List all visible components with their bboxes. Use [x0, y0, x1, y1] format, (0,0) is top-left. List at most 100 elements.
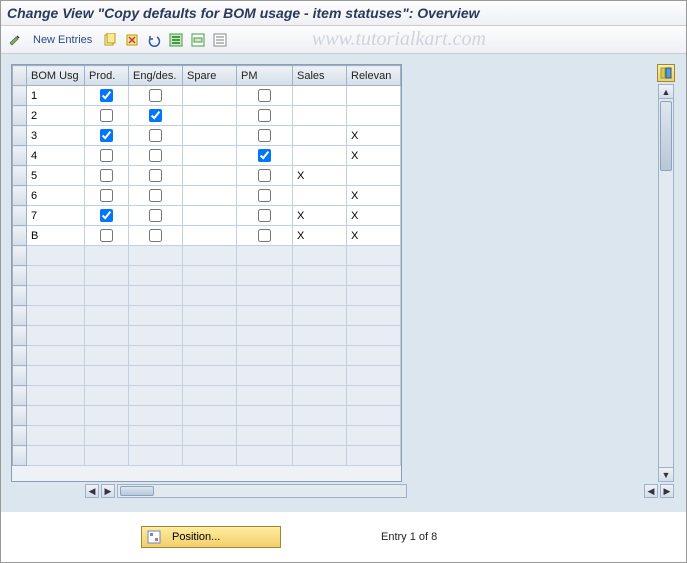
- cell-relevan[interactable]: [347, 94, 400, 98]
- row-checkbox[interactable]: [100, 229, 113, 242]
- row-checkbox[interactable]: [258, 169, 271, 182]
- row-selector[interactable]: [13, 286, 27, 306]
- row-selector[interactable]: [13, 446, 27, 466]
- cell-bom-usg[interactable]: 5: [27, 168, 84, 184]
- scroll-right-button[interactable]: ◀: [644, 484, 658, 498]
- row-checkbox[interactable]: [149, 169, 162, 182]
- cell-spare[interactable]: [183, 214, 236, 218]
- undo-change-icon[interactable]: [146, 32, 162, 48]
- col-header-prod[interactable]: Prod.: [85, 66, 129, 86]
- cell-bom-usg[interactable]: 7: [27, 208, 84, 224]
- row-selector[interactable]: [13, 366, 27, 386]
- row-checkbox[interactable]: [100, 169, 113, 182]
- row-checkbox[interactable]: [149, 209, 162, 222]
- cell-sales[interactable]: X: [293, 208, 346, 224]
- col-header-pm[interactable]: PM: [237, 66, 293, 86]
- cell-spare[interactable]: [183, 234, 236, 238]
- cell-spare[interactable]: [183, 134, 236, 138]
- cell-relevan[interactable]: X: [347, 208, 400, 224]
- row-checkbox[interactable]: [100, 109, 113, 122]
- cell-bom-usg[interactable]: 2: [27, 108, 84, 124]
- row-selector[interactable]: [13, 326, 27, 346]
- row-checkbox[interactable]: [258, 229, 271, 242]
- row-selector[interactable]: [13, 106, 27, 126]
- row-selector[interactable]: [13, 406, 27, 426]
- row-checkbox[interactable]: [258, 129, 271, 142]
- cell-relevan[interactable]: X: [347, 228, 400, 244]
- row-checkbox[interactable]: [258, 109, 271, 122]
- row-selector[interactable]: [13, 306, 27, 326]
- row-checkbox[interactable]: [100, 89, 113, 102]
- row-selector[interactable]: [13, 146, 27, 166]
- scroll-up-button[interactable]: ▲: [659, 85, 673, 99]
- cell-sales[interactable]: [293, 94, 346, 98]
- row-selector[interactable]: [13, 246, 27, 266]
- cell-relevan[interactable]: X: [347, 188, 400, 204]
- cell-spare[interactable]: [183, 174, 236, 178]
- row-selector-header[interactable]: [13, 66, 27, 86]
- row-selector[interactable]: [13, 166, 27, 186]
- select-all-icon[interactable]: [168, 32, 184, 48]
- row-checkbox[interactable]: [258, 209, 271, 222]
- position-button[interactable]: Position...: [141, 526, 281, 548]
- cell-sales[interactable]: [293, 114, 346, 118]
- col-header-relevan[interactable]: Relevan: [347, 66, 401, 86]
- row-checkbox[interactable]: [258, 149, 271, 162]
- cell-relevan[interactable]: [347, 174, 400, 178]
- scroll-last-button[interactable]: ▶: [660, 484, 674, 498]
- cell-bom-usg[interactable]: 3: [27, 128, 84, 144]
- copy-as-icon[interactable]: [102, 32, 118, 48]
- vertical-scroll-thumb[interactable]: [660, 101, 672, 171]
- row-checkbox[interactable]: [149, 89, 162, 102]
- col-header-sales[interactable]: Sales: [293, 66, 347, 86]
- cell-spare[interactable]: [183, 94, 236, 98]
- select-block-icon[interactable]: [190, 32, 206, 48]
- row-checkbox[interactable]: [149, 189, 162, 202]
- cell-sales[interactable]: [293, 154, 346, 158]
- row-checkbox[interactable]: [149, 149, 162, 162]
- row-selector[interactable]: [13, 186, 27, 206]
- row-checkbox[interactable]: [100, 189, 113, 202]
- delete-icon[interactable]: [124, 32, 140, 48]
- row-checkbox[interactable]: [100, 129, 113, 142]
- cell-bom-usg[interactable]: 4: [27, 148, 84, 164]
- cell-spare[interactable]: [183, 114, 236, 118]
- toggle-display-change-icon[interactable]: [7, 32, 23, 48]
- table-settings-button[interactable]: [657, 64, 675, 82]
- cell-bom-usg[interactable]: 1: [27, 88, 84, 104]
- row-checkbox[interactable]: [149, 109, 162, 122]
- vertical-scrollbar[interactable]: ▲ ▼: [658, 84, 674, 482]
- scroll-down-button[interactable]: ▼: [659, 467, 673, 481]
- horizontal-scroll-thumb[interactable]: [120, 486, 154, 496]
- scroll-left-button[interactable]: ▶: [101, 484, 115, 498]
- row-selector[interactable]: [13, 86, 27, 106]
- horizontal-scroll-track[interactable]: [117, 484, 407, 498]
- cell-relevan[interactable]: X: [347, 128, 400, 144]
- cell-sales[interactable]: X: [293, 168, 346, 184]
- cell-sales[interactable]: [293, 194, 346, 198]
- cell-relevan[interactable]: X: [347, 148, 400, 164]
- cell-bom-usg[interactable]: 6: [27, 188, 84, 204]
- cell-relevan[interactable]: [347, 114, 400, 118]
- row-checkbox[interactable]: [100, 209, 113, 222]
- cell-bom-usg[interactable]: B: [27, 228, 84, 244]
- col-header-eng[interactable]: Eng/des.: [129, 66, 183, 86]
- row-checkbox[interactable]: [149, 229, 162, 242]
- col-header-spare[interactable]: Spare: [183, 66, 237, 86]
- row-checkbox[interactable]: [258, 189, 271, 202]
- row-checkbox[interactable]: [149, 129, 162, 142]
- row-checkbox[interactable]: [100, 149, 113, 162]
- row-selector[interactable]: [13, 206, 27, 226]
- scroll-first-button[interactable]: ◀: [85, 484, 99, 498]
- cell-spare[interactable]: [183, 194, 236, 198]
- col-header-bom-usg[interactable]: BOM Usg: [27, 66, 85, 86]
- cell-spare[interactable]: [183, 154, 236, 158]
- row-checkbox[interactable]: [258, 89, 271, 102]
- deselect-all-icon[interactable]: [212, 32, 228, 48]
- row-selector[interactable]: [13, 346, 27, 366]
- new-entries-button[interactable]: New Entries: [29, 34, 96, 46]
- row-selector[interactable]: [13, 426, 27, 446]
- row-selector[interactable]: [13, 266, 27, 286]
- cell-sales[interactable]: [293, 134, 346, 138]
- row-selector[interactable]: [13, 226, 27, 246]
